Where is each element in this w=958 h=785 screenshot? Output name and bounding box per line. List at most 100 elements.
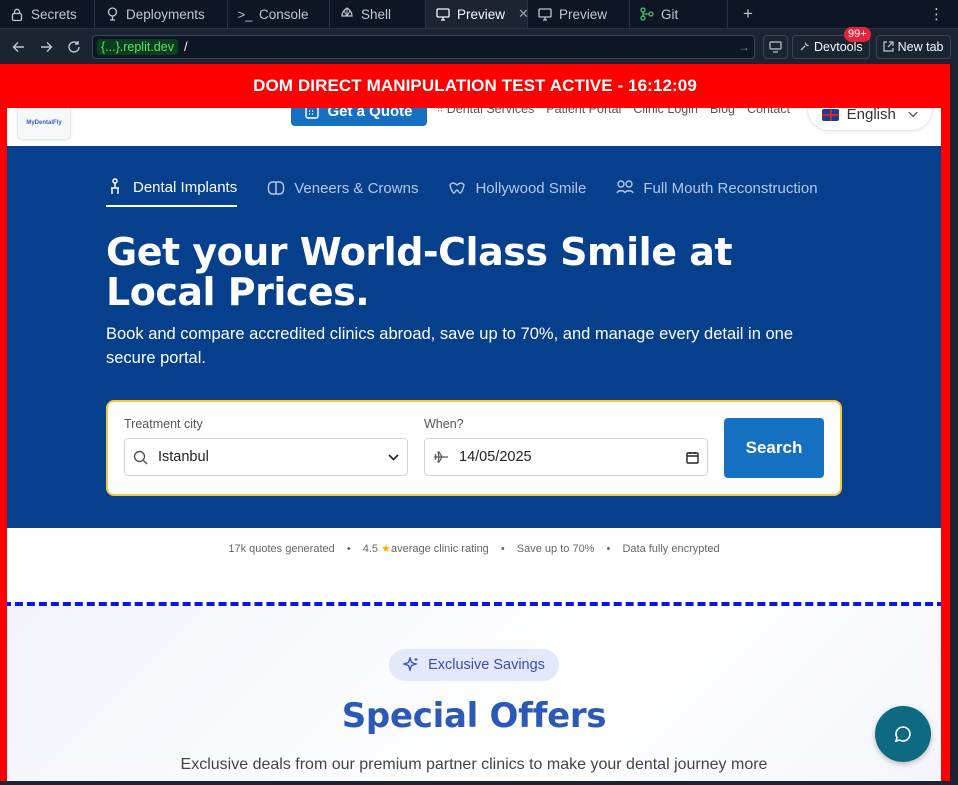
- git-icon: [640, 7, 654, 21]
- tab-preview-active[interactable]: Preview ✕: [426, 0, 529, 28]
- lock-icon: [10, 7, 24, 21]
- preview-viewport: DOM DIRECT MANIPULATION TEST ACTIVE - 16…: [0, 64, 950, 781]
- date-input[interactable]: 14/05/2025: [424, 438, 708, 476]
- preview-url-bar: {...}.replit.dev / → Devtools 99+ New ta…: [0, 26, 958, 64]
- url-input[interactable]: {...}.replit.dev / →: [92, 34, 755, 59]
- chevron-down-icon: [388, 453, 399, 461]
- nav-blog[interactable]: Blog: [710, 108, 735, 116]
- people-icon: [616, 180, 634, 194]
- wrench-icon: [800, 42, 809, 51]
- city-select[interactable]: Istanbul: [124, 438, 408, 476]
- site-logo[interactable]: MyDentalFly: [17, 108, 71, 140]
- sparkles-icon: [403, 657, 419, 673]
- search-icon: [133, 450, 148, 464]
- nav-patient-portal[interactable]: Patient Portal: [546, 108, 621, 116]
- tab-label: Deployments: [126, 6, 205, 22]
- shell-icon: [340, 7, 354, 21]
- forward-arrow-icon[interactable]: [34, 35, 58, 59]
- screen-toggle-button[interactable]: [763, 34, 788, 59]
- site-header: MyDentalFly Get a Quote ⁝⁝ Dental Servic…: [7, 108, 941, 146]
- city-label: Treatment city: [124, 417, 203, 431]
- monitor-icon: [538, 7, 552, 21]
- date-label: When?: [424, 417, 464, 431]
- hero-title: Get your World-Class Smile at Local Pric…: [106, 230, 733, 314]
- stat-rating-value: 4.5: [362, 543, 379, 555]
- separator-dot: •: [500, 543, 505, 555]
- search-button[interactable]: Search: [724, 418, 824, 478]
- site-page: MyDentalFly Get a Quote ⁝⁝ Dental Servic…: [7, 108, 941, 781]
- devtools-label: Devtools: [814, 39, 863, 54]
- tab-hollywood-smile[interactable]: Hollywood Smile: [448, 176, 586, 207]
- tab-veneers-crowns[interactable]: Veneers & Crowns: [267, 176, 418, 207]
- language-label: English: [846, 108, 896, 123]
- new-tab-plus-icon[interactable]: +: [734, 0, 762, 28]
- external-link-icon: [883, 41, 894, 52]
- implant-icon: [111, 178, 119, 194]
- nav-dental-services[interactable]: ⁝⁝ Dental Services: [437, 108, 534, 116]
- tab-preview[interactable]: Preview: [528, 0, 630, 28]
- back-arrow-icon[interactable]: [6, 35, 30, 59]
- deployments-icon: [105, 7, 119, 21]
- stat-security: Data fully encrypted: [622, 543, 720, 555]
- tab-dental-implants[interactable]: Dental Implants: [106, 176, 238, 207]
- stats-line: 17k quotes generated • 4.5 ★average clin…: [7, 542, 941, 555]
- devtools-button[interactable]: Devtools 99+: [792, 26, 871, 59]
- tab-secrets[interactable]: Secrets: [0, 0, 95, 28]
- stat-savings: Save up to 70%: [516, 543, 595, 555]
- language-selector[interactable]: English: [807, 108, 933, 131]
- more-menu-icon[interactable]: ⋮: [929, 5, 944, 23]
- nav-label: Dental Services: [446, 108, 535, 116]
- stat-quotes: 17k quotes generated: [228, 543, 335, 555]
- tab-shell[interactable]: Shell: [330, 0, 426, 28]
- get-quote-button[interactable]: Get a Quote: [291, 108, 427, 126]
- uk-flag-icon: [822, 108, 839, 121]
- hero-section: Dental Implants Veneers & Crowns Hollywo…: [7, 146, 941, 528]
- tab-label: Preview: [559, 6, 608, 22]
- calculator-icon: [305, 108, 320, 119]
- search-form: Treatment city Istanbul When? 14/05/2025…: [106, 400, 842, 496]
- monitor-icon: [436, 7, 450, 21]
- new-tab-label: New tab: [897, 39, 944, 54]
- tab-deployments[interactable]: Deployments: [95, 0, 228, 28]
- reload-icon[interactable]: [62, 35, 86, 59]
- chat-bubble-icon: [894, 726, 911, 743]
- get-quote-label: Get a Quote: [327, 108, 413, 120]
- tab-console[interactable]: >_ Console: [228, 0, 330, 28]
- calendar-icon[interactable]: [686, 451, 699, 464]
- tab-label: Shell: [361, 6, 392, 22]
- screen-icon: [769, 40, 782, 53]
- smile-icon: [449, 182, 466, 194]
- new-tab-button[interactable]: New tab: [875, 34, 951, 59]
- offers-description: Exclusive deals from our premium partner…: [180, 756, 768, 773]
- offers-title: Special Offers: [341, 696, 607, 736]
- pill-label: Exclusive Savings: [428, 657, 545, 673]
- panel-edge: [950, 64, 958, 785]
- nav-clinic-login[interactable]: Clinic Login: [633, 108, 698, 116]
- url-path: /: [183, 39, 188, 54]
- tab-label: Hollywood Smile: [475, 179, 587, 197]
- special-offers-section: Exclusive Savings Special Offers Exclusi…: [7, 602, 941, 781]
- star-icon: ★: [381, 543, 391, 555]
- chat-button[interactable]: [875, 706, 931, 762]
- tab-label: Git: [661, 6, 679, 22]
- separator-dot: •: [606, 543, 611, 555]
- tab-label: Preview: [457, 6, 506, 22]
- plane-icon: [434, 451, 448, 463]
- devtools-badge: 99+: [843, 26, 871, 42]
- tab-git[interactable]: Git: [630, 0, 728, 28]
- tab-label: Console: [259, 6, 309, 22]
- ide-tab-bar: Secrets Deployments >_ Console Shell Pre…: [0, 0, 958, 29]
- veneer-icon: [267, 181, 285, 195]
- date-value: 14/05/2025: [459, 449, 532, 465]
- tab-label: Veneers & Crowns: [294, 179, 419, 197]
- logo-text: MyDentalFly: [26, 120, 62, 126]
- go-arrow-icon[interactable]: →: [738, 40, 750, 54]
- tab-label: Dental Implants: [133, 178, 238, 196]
- tab-label: Full Mouth Reconstruction: [643, 179, 818, 197]
- treatment-category-tabs: Dental Implants Veneers & Crowns Hollywo…: [106, 176, 818, 207]
- test-banner: DOM DIRECT MANIPULATION TEST ACTIVE - 16…: [0, 64, 950, 108]
- hero-subtitle: Book and compare accredited clinics abro…: [106, 325, 794, 367]
- nav-contact[interactable]: Contact: [747, 108, 790, 116]
- tab-full-mouth-reconstruction[interactable]: Full Mouth Reconstruction: [616, 176, 818, 207]
- site-nav: ⁝⁝ Dental Services Patient Portal Clinic…: [437, 108, 790, 116]
